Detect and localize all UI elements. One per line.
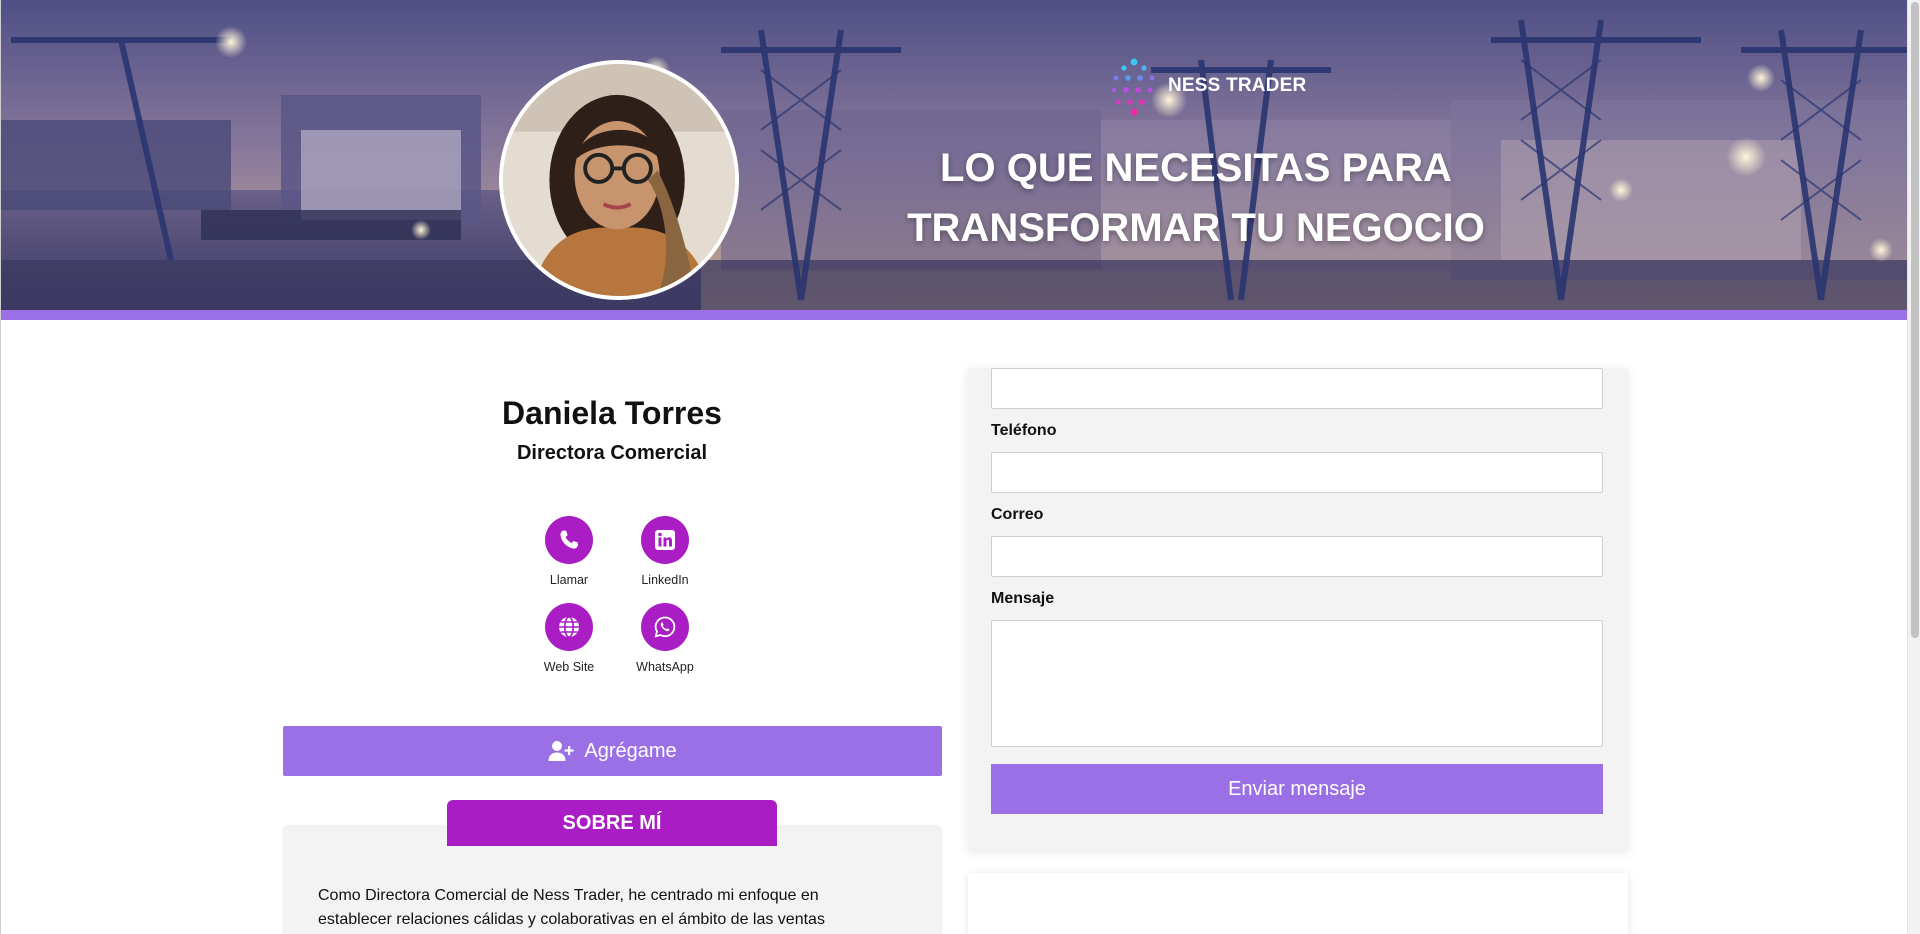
scrollbar-thumb[interactable] <box>1911 2 1919 638</box>
website-label: Web Site <box>543 660 595 674</box>
website-button[interactable] <box>545 603 593 651</box>
call-button[interactable] <box>545 516 593 564</box>
globe-icon <box>559 616 579 638</box>
hero-title-line-1: LO QUE NECESITAS PARA <box>940 146 1452 190</box>
linkedin-action[interactable]: LinkedIn <box>617 516 713 587</box>
linkedin-icon <box>655 530 675 550</box>
about-text-line-1: Como Directora Comercial de Ness Trader,… <box>318 887 819 904</box>
linkedin-label: LinkedIn <box>641 573 689 587</box>
whatsapp-icon <box>654 616 676 638</box>
add-contact-label: Agrégame <box>584 739 677 762</box>
whatsapp-action[interactable]: WhatsApp <box>617 603 713 674</box>
email-field[interactable] <box>991 536 1603 577</box>
call-action[interactable]: Llamar <box>521 516 617 587</box>
brand-name: NESS TRADER <box>1168 75 1307 96</box>
about-text-line-2: establecer relaciones cálidas y colabora… <box>318 911 825 928</box>
email-label: Correo <box>991 506 1044 523</box>
profile-name: Daniela Torres <box>502 395 722 431</box>
profile-header: Daniela Torres Directora Comercial <box>283 395 941 465</box>
profile-role: Directora Comercial <box>516 442 708 464</box>
user-plus-icon <box>548 741 574 761</box>
page-scrollbar[interactable] <box>1907 0 1920 934</box>
avatar-portrait <box>503 64 735 296</box>
message-label: Mensaje <box>991 590 1055 607</box>
linkedin-button[interactable] <box>641 516 689 564</box>
hero-title-line-2: TRANSFORMAR TU NEGOCIO <box>907 206 1485 250</box>
contact-actions: Llamar LinkedIn Web Site WhatsApp <box>521 516 701 674</box>
hero-accent-bar <box>1 310 1907 320</box>
phone-icon <box>560 530 578 549</box>
about-text: Como Directora Comercial de Ness Trader,… <box>318 884 918 932</box>
secondary-card <box>968 873 1628 934</box>
hero-title: LO QUE NECESITAS PARA TRANSFORMAR TU NEG… <box>861 138 1531 258</box>
whatsapp-label: WhatsApp <box>636 660 694 674</box>
name-field[interactable] <box>991 368 1603 409</box>
about-tab: SOBRE MÍ <box>447 800 777 846</box>
brand: NESS TRADER <box>1106 56 1306 116</box>
message-field[interactable] <box>991 620 1603 747</box>
website-action[interactable]: Web Site <box>521 603 617 674</box>
ness-trader-logo <box>1111 58 1155 116</box>
hero-banner: NESS TRADER LO QUE NECESITAS PARA TRANSF… <box>1 0 1907 310</box>
send-message-button[interactable]: Enviar mensaje <box>991 764 1603 814</box>
phone-field[interactable] <box>991 452 1603 493</box>
whatsapp-button[interactable] <box>641 603 689 651</box>
profile-photo <box>499 60 739 300</box>
call-label: Llamar <box>549 573 589 587</box>
add-contact-button[interactable]: Agrégame <box>283 726 942 776</box>
page: NESS TRADER LO QUE NECESITAS PARA TRANSF… <box>0 0 1920 934</box>
phone-label: Teléfono <box>991 422 1057 439</box>
